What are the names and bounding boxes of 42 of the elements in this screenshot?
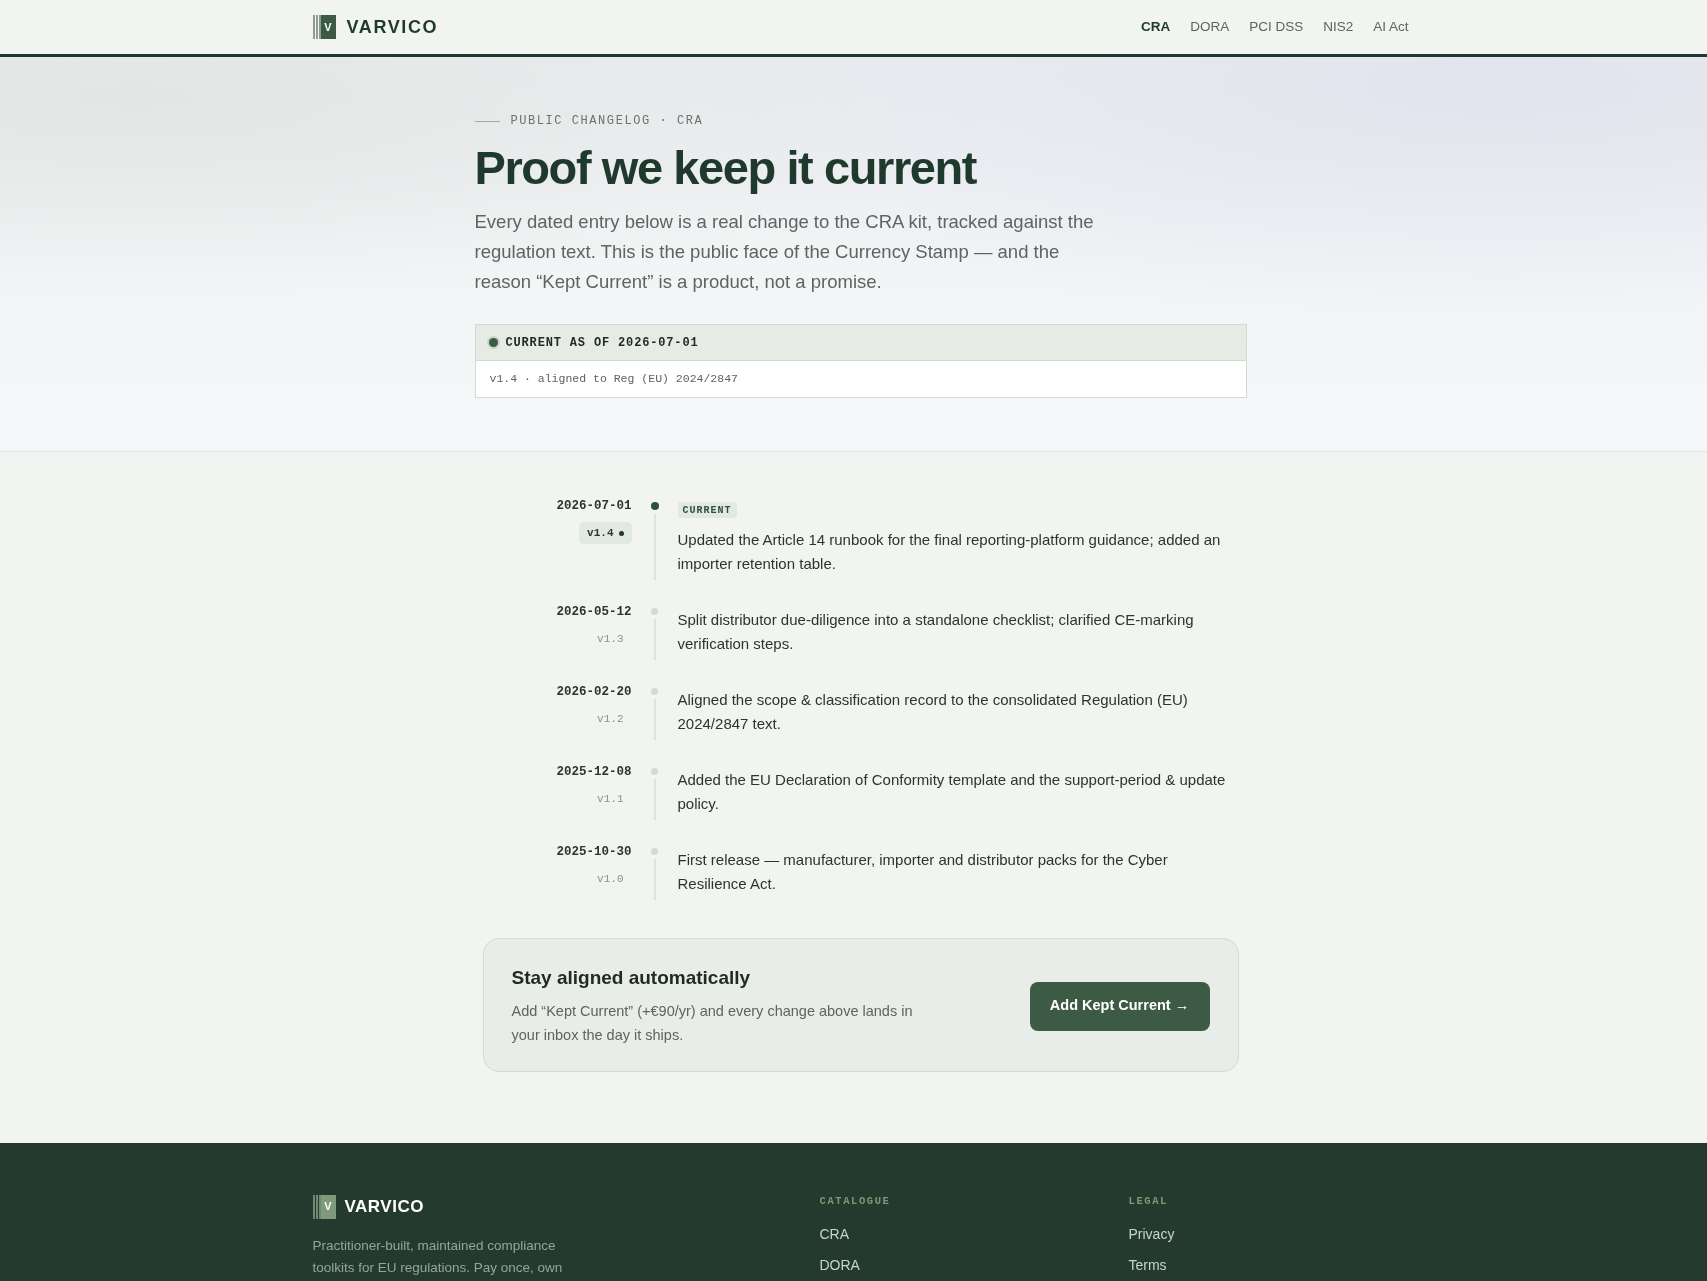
- nav-link[interactable]: PCI DSS: [1249, 16, 1304, 38]
- entry-description: First release — manufacturer, importer and distributor packs for the Cyber Resilience Act.: [677, 850, 1169, 894]
- footer-heading: LEGAL: [1128, 1194, 1169, 1208]
- nav-link[interactable]: NIS2: [1323, 16, 1354, 38]
- entry-date: 2026-05-12: [556, 604, 632, 620]
- entry-date: 2026-07-01: [556, 498, 632, 514]
- footer-tagline: Practitioner-built, maintained compliance toolkits for EU regulations. Pay once, own: [312, 1236, 564, 1277]
- logo-mark: V: [312, 1194, 336, 1219]
- footer-heading: CATALOGUE: [819, 1194, 892, 1208]
- logo-mark: V: [312, 15, 336, 39]
- entry-date: 2025-12-08: [556, 764, 632, 780]
- version-text: v1.1: [597, 792, 624, 806]
- footer-link[interactable]: Privacy: [1128, 1224, 1175, 1244]
- entry-description: Split distributor due-diligence into a standalone checklist; clarified CE-marking verification steps.: [677, 610, 1195, 654]
- footer-link[interactable]: Terms: [1128, 1255, 1167, 1275]
- nav-link[interactable]: AI Act: [1373, 16, 1409, 38]
- entry-date: 2026-02-20: [556, 684, 632, 700]
- entry-description: Aligned the scope & classification record to the consolidated Regulation (EU) 2024/2847 text.: [677, 690, 1189, 734]
- status-label: CURRENT AS OF 2026-07-01: [505, 334, 699, 352]
- footer-brand-name: VARVICO: [344, 1196, 424, 1218]
- eyebrow-text: PUBLIC CHANGELOG · CRA: [510, 113, 704, 129]
- cta-text: Add “Kept Current” (+€90/yr) and every change above lands in your inbox the day it ships.: [511, 1002, 914, 1045]
- entry-description: Updated the Article 14 runbook for the final reporting-platform guidance; added an importer retention table.: [677, 530, 1222, 574]
- version-text: v1.3: [597, 632, 624, 646]
- page-title: Proof we keep it current: [474, 142, 978, 194]
- cta-title: Stay aligned automatically: [511, 966, 752, 990]
- brand-link[interactable]: V VARVICO: [312, 13, 439, 41]
- footer-link[interactable]: CRA: [819, 1224, 850, 1244]
- version-text: v1.4: [587, 526, 614, 540]
- current-badge: CURRENT: [677, 502, 737, 518]
- add-kept-current-button[interactable]: Add Kept Current →: [1029, 981, 1210, 1031]
- version-text: v1.0: [597, 872, 624, 886]
- entry-description: Added the EU Declaration of Conformity template and the support-period & update policy.: [677, 770, 1227, 814]
- version-text: v1.2: [597, 712, 624, 726]
- footer-brand-link[interactable]: V VARVICO: [312, 1194, 424, 1220]
- entry-date: 2025-10-30: [556, 844, 632, 860]
- status-detail: v1.4 · aligned to Reg (EU) 2024/2847: [489, 371, 738, 388]
- nav-link[interactable]: CRA: [1140, 16, 1171, 38]
- brand-name: VARVICO: [346, 15, 439, 39]
- intro-paragraph: Every dated entry below is a real change to the CRA kit, tracked against the regulation text. This is the public face of the Currency Stamp — and the reason “Kept Current” is a product, not a promise.: [474, 210, 1095, 294]
- footer-link[interactable]: DORA: [819, 1255, 860, 1275]
- nav-link[interactable]: DORA: [1190, 16, 1230, 38]
